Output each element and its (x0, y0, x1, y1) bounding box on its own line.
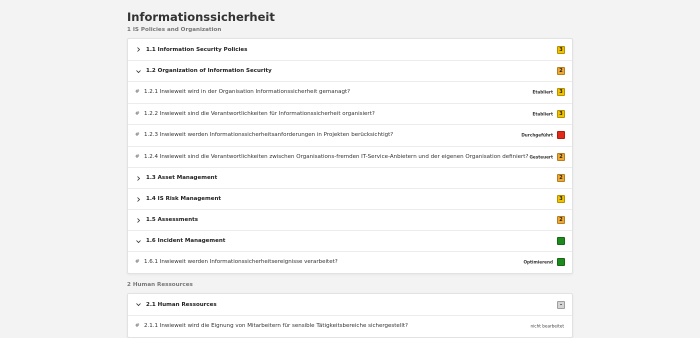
question-label[interactable]: 1.2.3 Inwieweit werden Informationssiche… (144, 132, 393, 138)
status-label: Etabliert (532, 89, 553, 95)
chevron-right-icon[interactable] (135, 216, 141, 224)
group-row-1-1[interactable]: 1.1 Information Security Policies 3 (128, 39, 572, 60)
group-row-1-6[interactable]: 1.6 Incident Management 5 (128, 230, 572, 251)
group-label: 2.1 Human Ressources (146, 301, 217, 308)
question-row-1-6-1[interactable]: # 1.6.1 Inwieweit werden Informationssic… (128, 251, 572, 273)
status-label: Gesteuert (529, 154, 554, 160)
chevron-down-icon[interactable] (135, 301, 141, 309)
maturity-badge: 2 (557, 216, 565, 224)
maturity-badge: 1 (557, 131, 565, 140)
question-label[interactable]: 1.6.1 Inwieweit werden Informationssiche… (144, 259, 338, 265)
question-label[interactable]: 2.1.1 Inwieweit wird die Eignung von Mit… (144, 323, 408, 329)
section-title-2: 2 Human Ressources (127, 282, 193, 288)
status-label: Optimierend (523, 259, 553, 265)
hash-icon: # (135, 89, 140, 96)
question-row-1-2-2[interactable]: # 1.2.2 Inwieweit sind die Verantwortlic… (128, 102, 572, 125)
maturity-badge: 2 (557, 152, 565, 161)
group-label: 1.1 Information Security Policies (146, 46, 248, 53)
chevron-right-icon[interactable] (135, 195, 141, 203)
maturity-badge: 5 (557, 258, 565, 267)
group-row-1-5[interactable]: 1.5 Assessments 2 (128, 209, 572, 230)
group-label: 1.2 Organization of Information Security (146, 68, 272, 74)
group-row-1-3[interactable]: 1.3 Asset Management 2 (128, 167, 572, 188)
maturity-badge: 3 (557, 109, 565, 118)
page-title: Informationssicherheit (127, 10, 275, 24)
chevron-right-icon[interactable] (135, 46, 141, 54)
question-label[interactable]: 1.2.2 Inwieweit sind die Verantwortlichk… (144, 111, 375, 117)
question-row-2-1-1[interactable]: # 2.1.1 Inwieweit wird die Eignung von M… (128, 315, 572, 337)
maturity-badge: 3 (557, 88, 565, 97)
chevron-down-icon[interactable] (135, 237, 141, 245)
group-label: 1.3 Asset Management (146, 175, 218, 181)
question-label[interactable]: 1.2.4 Inwieweit sind die Verantwortlichk… (144, 154, 528, 160)
group-row-1-4[interactable]: 1.4 IS Risk Management 3 (128, 188, 572, 209)
group-label: 1.6 Incident Management (146, 238, 226, 244)
chevron-down-icon[interactable] (135, 67, 141, 75)
question-label[interactable]: 1.2.1 Inwieweit wird in der Organisation… (144, 89, 350, 95)
group-row-1-2[interactable]: 1.2 Organization of Information Security… (128, 60, 572, 81)
question-row-1-2-3[interactable]: # 1.2.3 Inwieweit werden Informationssic… (128, 124, 572, 146)
maturity-badge: 3 (557, 195, 565, 203)
maturity-badge: - (557, 300, 565, 309)
group-row-2-1[interactable]: 2.1 Human Ressources - (128, 294, 572, 315)
status-label: Etabliert (532, 111, 553, 117)
group-label: 1.4 IS Risk Management (146, 196, 222, 202)
section-1-card: 1.1 Information Security Policies 3 1.2 … (127, 38, 573, 274)
section-2-card: 2.1 Human Ressources - # 2.1.1 Inwieweit… (127, 293, 573, 338)
maturity-badge: 5 (557, 237, 565, 245)
hash-icon: # (135, 132, 140, 139)
group-label: 1.5 Assessments (146, 217, 199, 223)
hash-icon: # (135, 110, 140, 117)
question-row-1-2-1[interactable]: # 1.2.1 Inwieweit wird in der Organisati… (128, 81, 572, 103)
hash-icon: # (135, 323, 140, 330)
maturity-badge: 2 (557, 174, 565, 182)
status-label: nicht bearbeitet (530, 323, 564, 329)
maturity-badge: 3 (557, 45, 565, 54)
status-label: Durchgeführt (521, 132, 553, 138)
section-title-1: 1 IS Policies and Organization (127, 27, 222, 33)
hash-icon: # (135, 153, 140, 160)
question-row-1-2-4[interactable]: # 1.2.4 Inwieweit sind die Verantwortlic… (128, 145, 572, 168)
hash-icon: # (135, 259, 140, 266)
maturity-badge: 2 (557, 67, 565, 75)
chevron-right-icon[interactable] (135, 174, 141, 182)
